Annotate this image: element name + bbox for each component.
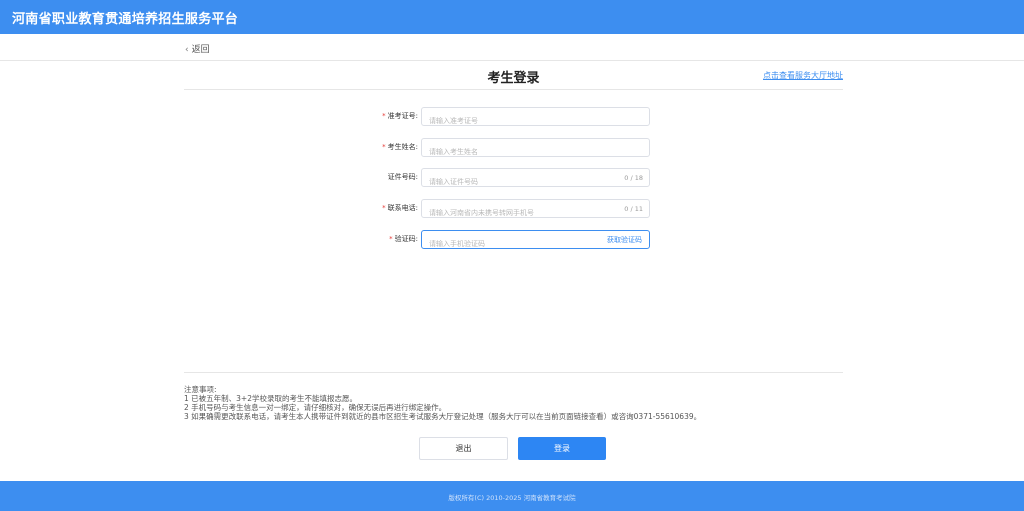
divider: [184, 372, 843, 373]
notes-title: 注意事项:: [184, 385, 217, 394]
page-title: 考生登录: [487, 71, 540, 86]
phone-label: * 联系电话:: [382, 204, 418, 212]
required-mark: *: [382, 204, 386, 212]
verify-code-input-box: 获取验证码: [421, 230, 650, 253]
id-no-counter: 0 / 18: [624, 174, 643, 182]
required-mark: *: [382, 112, 386, 120]
page-heading: 考生登录 点击查看服务大厅地址: [184, 61, 843, 90]
admission-no-label: * 准考证号:: [382, 112, 418, 120]
chevron-left-icon: ‹: [185, 45, 189, 55]
admission-no-input[interactable]: [422, 112, 592, 130]
phone-counter: 0 / 11: [624, 205, 643, 213]
student-name-row: * 考生姓名:: [300, 138, 650, 161]
exit-button[interactable]: 退出: [419, 437, 508, 460]
id-no-label: 证件号码:: [387, 173, 418, 181]
app-title: 河南省职业教育贯通培养招生服务平台: [12, 12, 239, 27]
student-name-label: * 考生姓名:: [382, 143, 418, 151]
login-button[interactable]: 登录: [518, 437, 606, 460]
nav-bar: ‹ 返回: [0, 34, 1024, 61]
back-label: 返回: [191, 45, 210, 55]
id-no-input-box: 0 / 18: [421, 168, 650, 191]
required-mark: *: [389, 235, 393, 243]
phone-input[interactable]: [422, 204, 592, 222]
admission-no-row: * 准考证号:: [300, 107, 650, 130]
student-name-input[interactable]: [422, 143, 592, 161]
back-button[interactable]: ‹ 返回: [185, 42, 210, 55]
service-hall-link[interactable]: 点击查看服务大厅地址: [763, 70, 843, 81]
app-header: 河南省职业教育贯通培养招生服务平台: [0, 0, 1024, 34]
verify-code-label: * 验证码:: [389, 235, 418, 243]
verify-code-input[interactable]: [422, 235, 592, 253]
get-code-button[interactable]: 获取验证码: [607, 235, 642, 245]
page-footer: 版权所有(C) 2010-2025 河南省教育考试院: [0, 481, 1024, 511]
verify-code-row: *验证码: 获取验证码: [300, 230, 650, 253]
note-item: 2 手机号码与考生信息一对一绑定，请仔细核对，确保无误后再进行绑定操作。: [184, 403, 447, 412]
copyright-text: 版权所有(C) 2010-2025 河南省教育考试院: [448, 494, 576, 502]
student-name-input-box: [421, 138, 650, 161]
note-item: 3 如果确需更改联系电话，请考生本人携带证件到就近的县市区招生考试服务大厅登记处…: [184, 412, 702, 421]
note-item: 1 已被五年制、3+2学校录取的考生不能填报志愿。: [184, 394, 357, 403]
notes-section: 注意事项: 1 已被五年制、3+2学校录取的考生不能填报志愿。 2 手机号码与考…: [184, 385, 701, 421]
phone-row: *联系电话: 0 / 11: [300, 199, 650, 222]
id-no-row: 证件号码: 0 / 18: [300, 168, 650, 191]
id-no-input[interactable]: [422, 173, 592, 191]
admission-no-input-box: [421, 107, 650, 130]
phone-input-box: 0 / 11: [421, 199, 650, 222]
required-mark: *: [382, 143, 386, 151]
